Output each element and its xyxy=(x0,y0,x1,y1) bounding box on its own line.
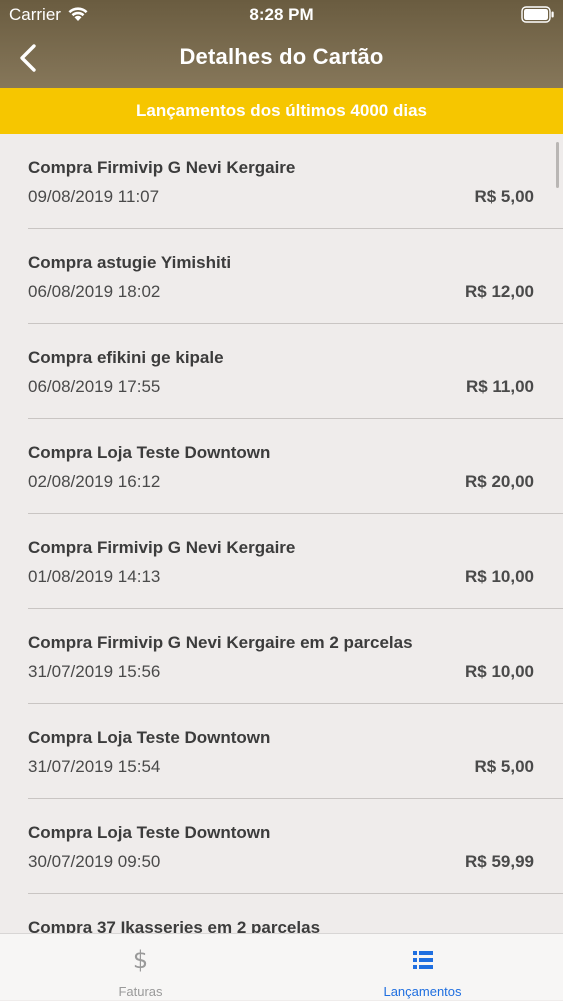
battery-icon xyxy=(521,6,554,23)
transaction-datetime: 30/07/2019 09:50 xyxy=(28,852,161,871)
transaction-row[interactable]: Compra Loja Teste Downtown 31/07/2019 15… xyxy=(28,704,563,799)
status-time: 8:28 PM xyxy=(249,5,314,24)
transaction-description: Compra Loja Teste Downtown xyxy=(28,823,271,842)
transaction-datetime: 09/08/2019 11:07 xyxy=(28,187,160,206)
transaction-datetime: 06/08/2019 17:55 xyxy=(28,377,161,396)
transaction-datetime: 01/08/2019 14:13 xyxy=(28,567,161,586)
transaction-description: Compra efikini ge kipale xyxy=(28,348,224,367)
transaction-row[interactable]: Compra efikini ge kipale 06/08/2019 17:5… xyxy=(28,324,563,419)
transactions-list[interactable]: Compra Firmivip G Nevi Kergaire 09/08/20… xyxy=(0,134,563,933)
transaction-row[interactable]: Compra 37 Ikasseries em 2 parcelas xyxy=(28,894,563,933)
transaction-row[interactable]: Compra Firmivip G Nevi Kergaire em 2 par… xyxy=(28,609,563,704)
transaction-amount: R$ 10,00 xyxy=(465,662,534,681)
transaction-amount: R$ 59,99 xyxy=(465,852,534,871)
page-title: Detalhes do Cartão xyxy=(179,44,384,69)
transaction-row[interactable]: Compra Firmivip G Nevi Kergaire 01/08/20… xyxy=(28,514,563,609)
back-button[interactable] xyxy=(10,38,46,78)
transaction-datetime: 31/07/2019 15:54 xyxy=(28,757,161,776)
period-banner: Lançamentos dos últimos 4000 dias xyxy=(0,88,563,134)
navigation-header: Carrier 8:28 PM Detalhes do Cartão xyxy=(0,0,563,88)
transaction-description: Compra Firmivip G Nevi Kergaire xyxy=(28,538,296,557)
transaction-description: Compra Firmivip G Nevi Kergaire xyxy=(28,158,296,177)
tab-label: Faturas xyxy=(118,984,163,999)
scroll-indicator[interactable] xyxy=(556,142,559,188)
transaction-amount: R$ 11,00 xyxy=(465,377,534,396)
transaction-amount: R$ 5,00 xyxy=(474,187,534,206)
transaction-row[interactable]: Compra Loja Teste Downtown 02/08/2019 16… xyxy=(28,419,563,514)
transaction-description: Compra Loja Teste Downtown xyxy=(28,443,271,462)
transaction-description: Compra astugie Yimishiti xyxy=(28,253,232,272)
chevron-left-icon xyxy=(20,44,36,72)
tab-faturas[interactable]: $ Faturas xyxy=(0,934,281,1001)
transaction-description: Compra 37 Ikasseries em 2 parcelas xyxy=(28,918,321,933)
list-icon xyxy=(282,946,563,974)
tab-lancamentos[interactable]: Lançamentos xyxy=(282,934,563,1001)
transaction-amount: R$ 12,00 xyxy=(465,282,534,301)
transaction-datetime: 31/07/2019 15:56 xyxy=(28,662,161,681)
transaction-row[interactable]: Compra Firmivip G Nevi Kergaire 09/08/20… xyxy=(28,134,563,229)
transaction-amount: R$ 5,00 xyxy=(474,757,534,776)
transaction-row[interactable]: Compra astugie Yimishiti 06/08/2019 18:0… xyxy=(28,229,563,324)
transaction-description: Compra Loja Teste Downtown xyxy=(28,728,271,747)
transaction-amount: R$ 10,00 xyxy=(465,567,534,586)
banner-text: Lançamentos dos últimos 4000 dias xyxy=(136,101,427,120)
transaction-row[interactable]: Compra Loja Teste Downtown 30/07/2019 09… xyxy=(28,799,563,894)
transaction-description: Compra Firmivip G Nevi Kergaire em 2 par… xyxy=(28,633,413,652)
tab-label: Lançamentos xyxy=(383,984,462,999)
status-bar: Carrier 8:28 PM xyxy=(0,0,563,30)
tab-bar: $ Faturas Lançamentos xyxy=(0,933,563,1000)
transaction-amount: R$ 20,00 xyxy=(465,472,534,491)
transaction-datetime: 02/08/2019 16:12 xyxy=(28,472,161,491)
transaction-datetime: 06/08/2019 18:02 xyxy=(28,282,161,301)
dollar-icon: $ xyxy=(132,946,149,974)
